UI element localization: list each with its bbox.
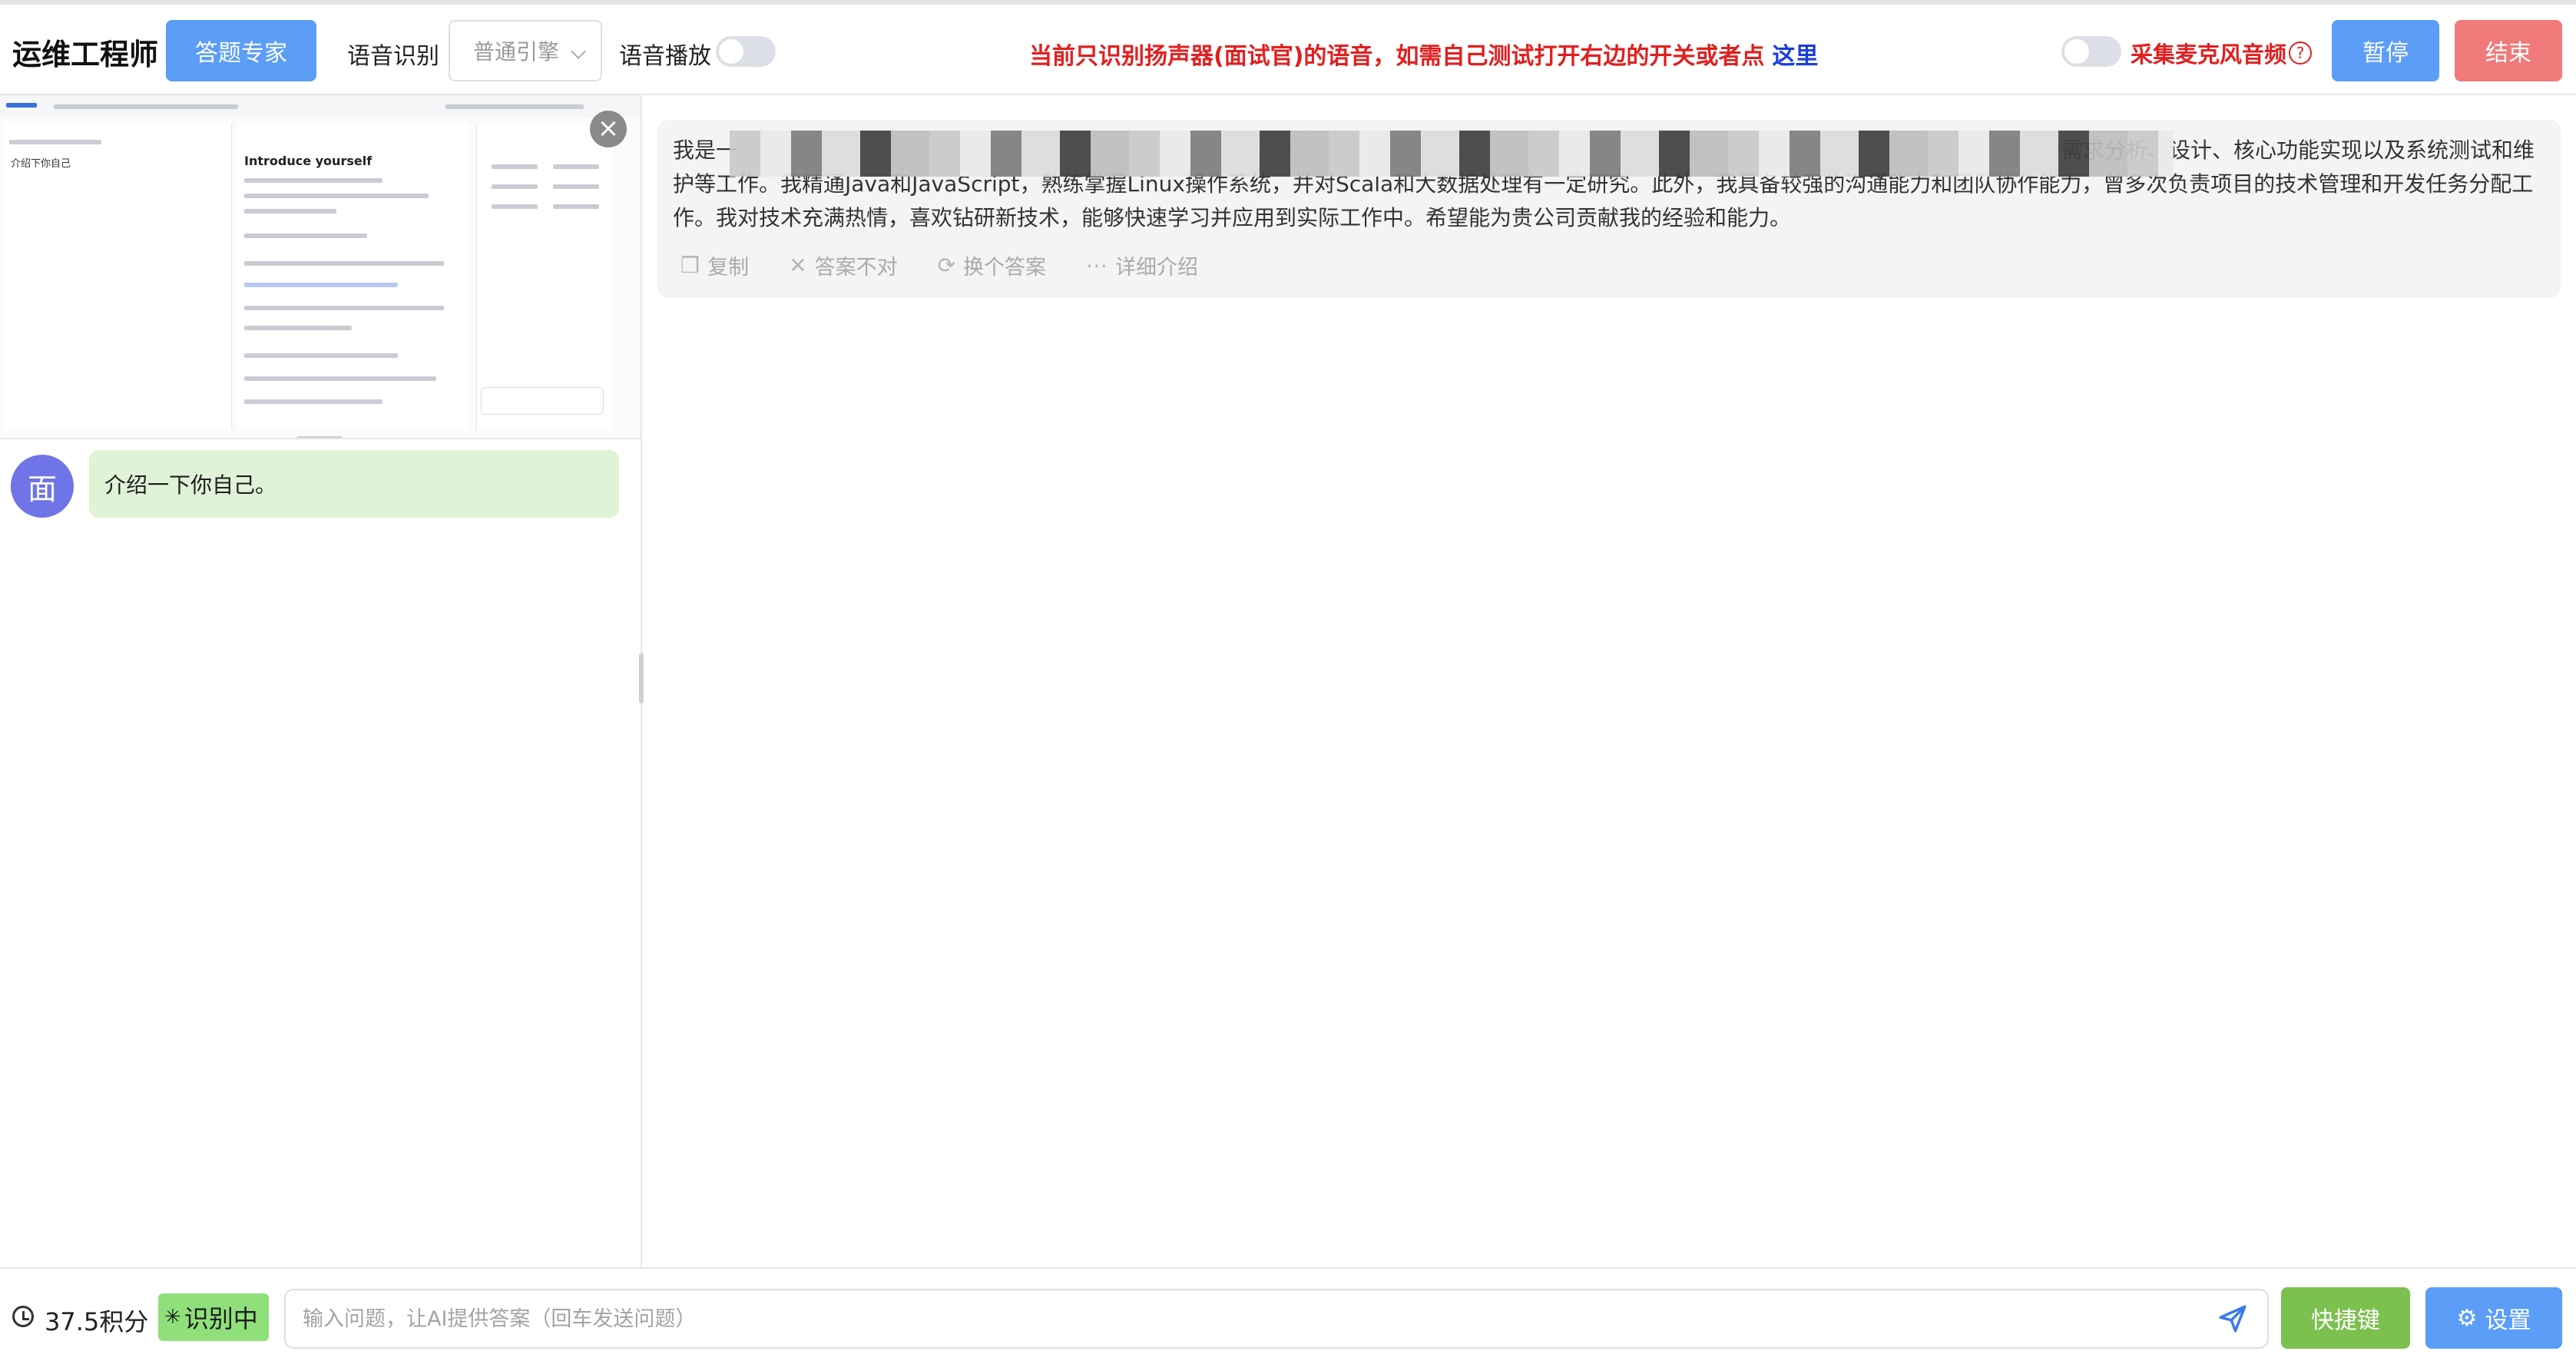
preview-line — [553, 164, 599, 169]
close-icon: ✕ — [789, 253, 807, 278]
recognizing-status: ✳ 识别中 — [158, 1293, 269, 1341]
preview-line — [244, 353, 398, 358]
preview-line — [492, 184, 538, 189]
preview-line — [244, 306, 444, 310]
preview-line — [492, 164, 538, 169]
preview-line — [244, 209, 336, 214]
preview-line — [553, 184, 599, 189]
wrong-answer-label: 答案不对 — [814, 256, 898, 280]
mic-capture-toggle[interactable] — [2061, 36, 2121, 67]
clock-icon — [12, 1306, 34, 1327]
copy-button[interactable]: ❐ 复制 — [680, 250, 749, 280]
preview-heading: Introduce yourself — [244, 154, 372, 168]
chevron-down-icon — [571, 44, 586, 59]
voice-playback-label: 语音播放 — [619, 43, 711, 70]
notice-text: 当前只识别扬声器(面试官)的语音，如需自己测试打开右边的开关或者点 — [1029, 43, 1765, 70]
speaker-notice: 当前只识别扬声器(面试官)的语音，如需自己测试打开右边的开关或者点 这里 — [1029, 37, 1818, 71]
top-bar: 运维工程师 答题专家 语音识别 普通引擎 语音播放 当前只识别扬声器(面试官)的… — [0, 0, 2576, 95]
preview-logo — [6, 103, 37, 108]
detail-label: 详细介绍 — [1115, 256, 1199, 280]
loading-icon: ✳ — [164, 1306, 181, 1329]
redaction-mosaic — [730, 131, 2174, 177]
notice-link[interactable]: 这里 — [1772, 43, 1818, 70]
preview-input — [481, 387, 604, 415]
engine-select[interactable]: 普通引擎 — [449, 20, 602, 81]
answer-text-start: 我是一 — [673, 137, 738, 163]
interviewer-avatar: 面 — [11, 455, 74, 518]
another-answer-label: 换个答案 — [963, 256, 1047, 280]
settings-button[interactable]: ⚙ 设置 — [2425, 1287, 2562, 1349]
question-bubble: 介绍一下你自己。 — [89, 450, 619, 518]
recognizing-label: 识别中 — [184, 1304, 258, 1333]
more-icon: ⋯ — [1086, 253, 1108, 278]
preview-left-title: 介绍下你自己 — [11, 158, 71, 170]
engine-select-value: 普通引擎 — [473, 39, 560, 65]
end-button[interactable]: 结束 — [2455, 20, 2562, 81]
vertical-resize-handle[interactable] — [639, 653, 644, 704]
preview-line — [244, 283, 398, 287]
settings-label: 设置 — [2485, 1307, 2531, 1334]
preview-right-column — [476, 123, 611, 430]
copy-label: 复制 — [707, 256, 750, 280]
screen-share-preview: 介绍下你自己 Introduce yourself × — [0, 95, 641, 439]
preview-nav — [54, 104, 238, 109]
answer-toolbar: ❐ 复制 ✕ 答案不对 ⟳ 换个答案 ⋯ 详细介绍 — [680, 250, 1198, 280]
preview-line — [244, 326, 352, 330]
preview-line — [553, 204, 599, 209]
points-balance: 37.5积分 — [45, 1307, 149, 1336]
pause-button[interactable]: 暂停 — [2332, 20, 2439, 81]
preview-main — [238, 123, 469, 430]
answer-expert-button[interactable]: 答题专家 — [166, 20, 316, 81]
copy-icon: ❐ — [680, 253, 700, 278]
refresh-icon: ⟳ — [937, 253, 956, 278]
preview-line — [244, 376, 436, 381]
speech-recognition-label: 语音识别 — [347, 43, 439, 70]
bottom-bar: 37.5积分 ✳ 识别中 快捷键 ⚙ 设置 — [0, 1267, 2576, 1361]
preview-line — [492, 204, 538, 209]
preview-line — [244, 178, 382, 183]
preview-line — [244, 261, 444, 266]
shortcut-button[interactable]: 快捷键 — [2281, 1287, 2410, 1349]
wrong-answer-button[interactable]: ✕ 答案不对 — [789, 250, 897, 280]
left-panel: 介绍下你自己 Introduce yourself × 面 介绍一下你自己。 — [0, 95, 642, 1267]
preview-nav-right — [445, 104, 584, 109]
another-answer-button[interactable]: ⟳ 换个答案 — [938, 250, 1046, 280]
preview-line — [244, 399, 382, 404]
detail-button[interactable]: ⋯ 详细介绍 — [1086, 250, 1198, 280]
preview-line — [244, 233, 367, 238]
horizontal-resize-handle[interactable] — [296, 436, 343, 438]
voice-playback-toggle[interactable] — [716, 36, 776, 67]
close-preview-button[interactable]: × — [590, 111, 627, 147]
gear-icon: ⚙ — [2456, 1304, 2478, 1332]
preview-line — [244, 194, 429, 198]
send-icon[interactable] — [2217, 1303, 2249, 1335]
chat-message: 面 介绍一下你自己。 — [11, 450, 633, 519]
help-icon[interactable]: ? — [2289, 41, 2312, 65]
question-input[interactable] — [284, 1289, 2269, 1349]
answer-card: 我是一 需求分析、设计、核心功能实现以及系统测试和维护等工作。我精通Java和Ja… — [657, 120, 2561, 298]
page-title: 运维工程师 — [12, 38, 159, 71]
mic-capture-label: 采集麦克风音频 — [2131, 41, 2287, 68]
preview-sidebar-line — [9, 140, 101, 144]
